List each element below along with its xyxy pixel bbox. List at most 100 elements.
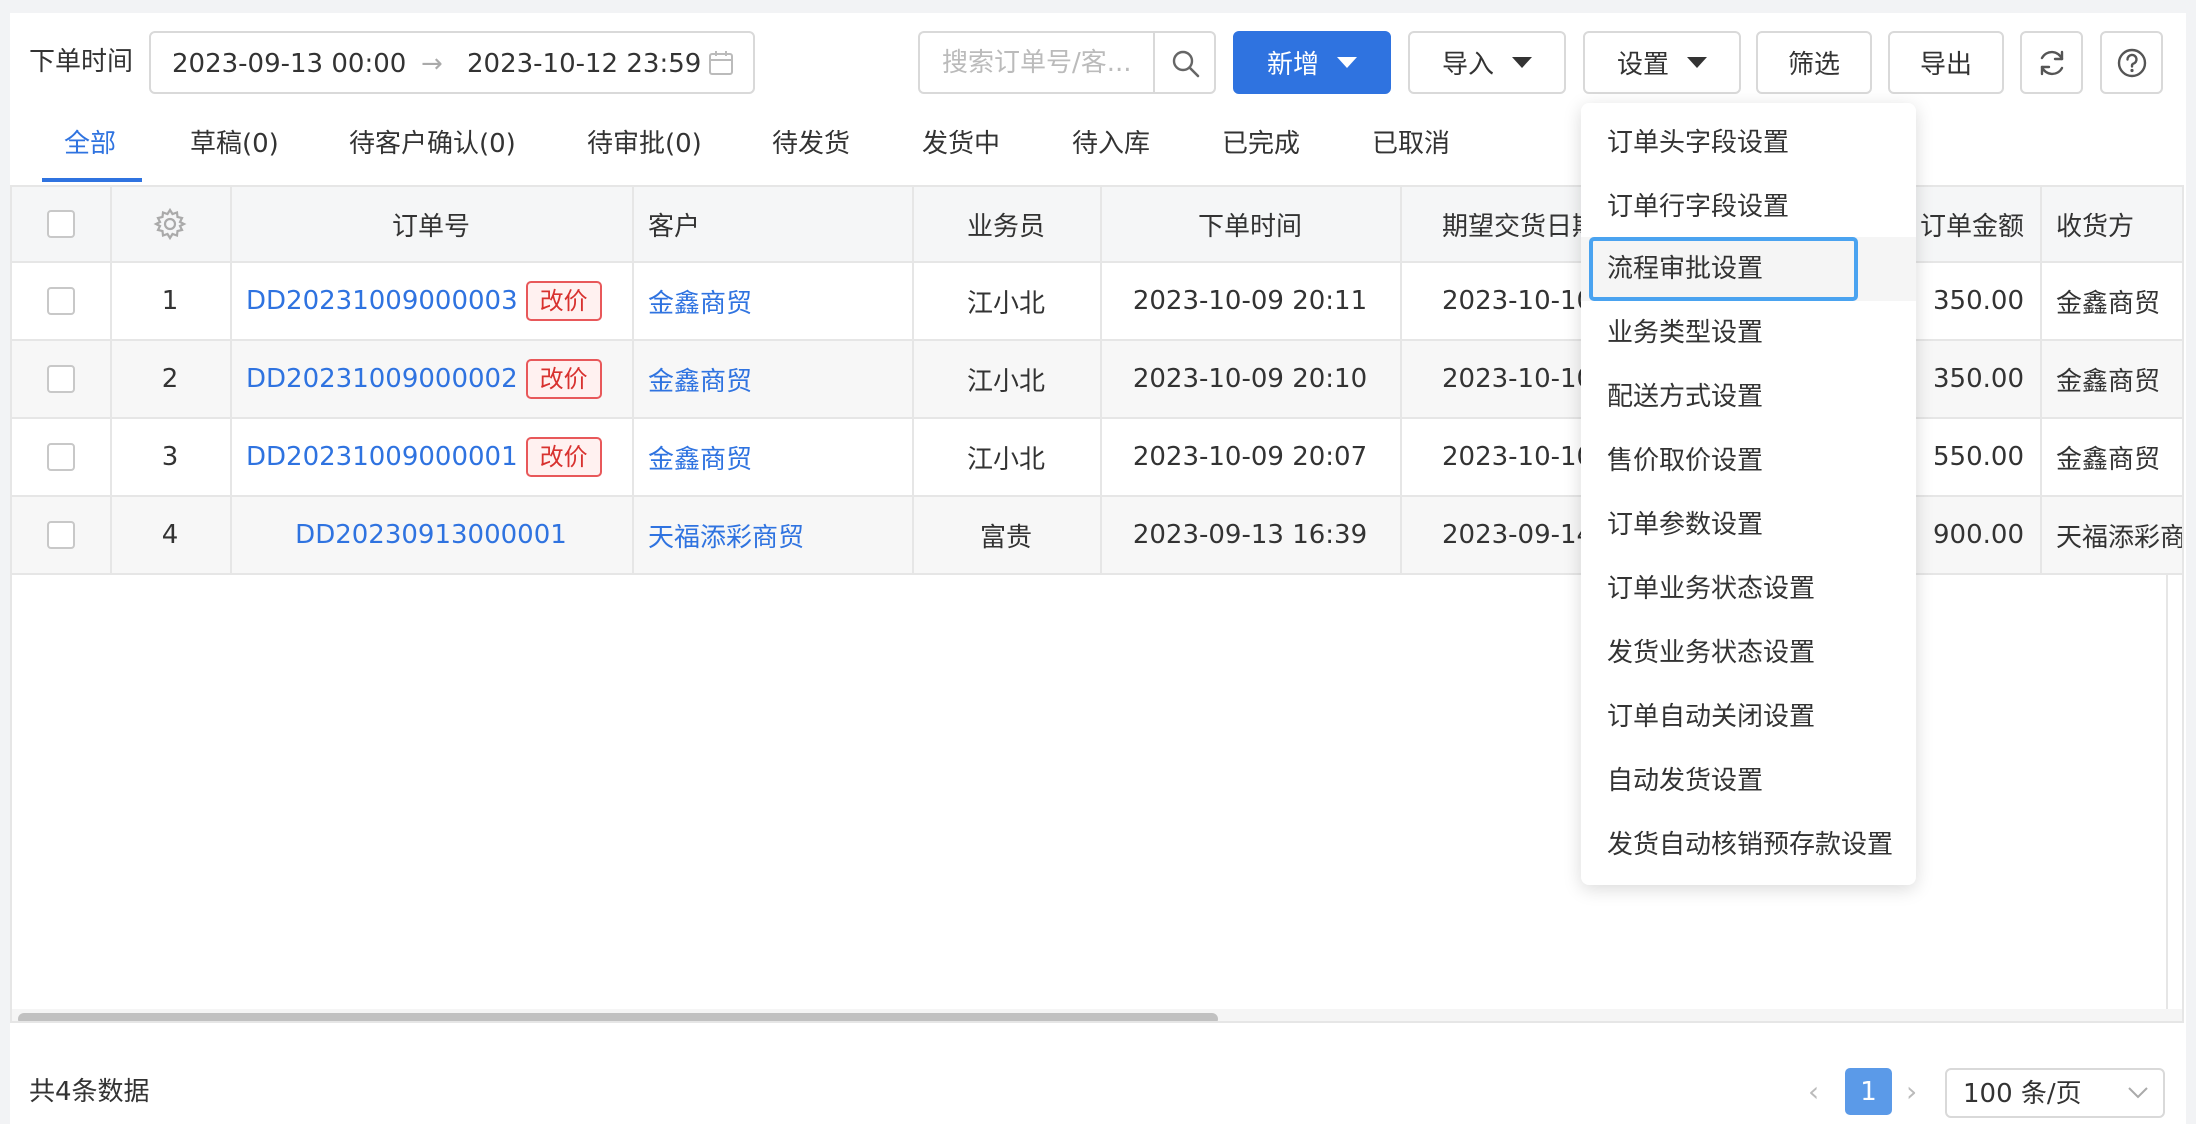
customer-cell: 天福添彩商贸 <box>632 497 912 573</box>
tab-shipping[interactable]: 发货中 <box>922 126 1000 162</box>
refresh-button[interactable] <box>2020 31 2083 94</box>
export-button-label: 导出 <box>1919 50 1972 80</box>
gear-icon[interactable] <box>153 207 187 241</box>
price-change-tag: 改价 <box>525 281 602 321</box>
customer-link[interactable]: 金鑫商贸 <box>648 283 752 320</box>
menu-item-auto-close[interactable]: 订单自动关闭设置 <box>1581 685 1916 749</box>
tab-draft[interactable]: 草稿(0) <box>190 126 279 162</box>
chevron-down-icon <box>2128 1087 2148 1099</box>
order-no-cell: DD20231009000003 改价 <box>230 263 632 339</box>
column-divider <box>2040 187 2042 575</box>
row-checkbox[interactable] <box>47 365 75 393</box>
menu-item-order-params[interactable]: 订单参数设置 <box>1581 493 1916 557</box>
menu-item-order-line-fields[interactable]: 订单行字段设置 <box>1581 175 1916 239</box>
row-index: 3 <box>161 442 179 472</box>
row-index: 1 <box>161 286 179 316</box>
caret-down-icon <box>1687 57 1707 68</box>
column-divider <box>1400 187 1402 575</box>
filter-button[interactable]: 筛选 <box>1756 31 1872 94</box>
receiver-cell: 金鑫商贸 <box>2056 444 2161 475</box>
row-checkbox-cell <box>12 419 110 495</box>
settings-button-label: 设置 <box>1616 50 1669 80</box>
import-button[interactable]: 导入 <box>1408 31 1566 94</box>
column-divider <box>912 187 914 575</box>
receiver-cell: 天福添彩商贸 <box>2056 522 2184 553</box>
customer-link[interactable]: 金鑫商贸 <box>648 361 752 398</box>
header-order-no: 订单号 <box>391 211 470 242</box>
column-divider <box>230 187 232 575</box>
menu-item-delivery-method[interactable]: 配送方式设置 <box>1581 365 1916 429</box>
order-no-link[interactable]: DD20230913000001 <box>295 520 567 550</box>
next-page-icon[interactable]: › <box>1906 1074 1917 1110</box>
tab-pending-stock-in[interactable]: 待入库 <box>1072 126 1150 162</box>
row-checkbox[interactable] <box>47 521 75 549</box>
row-checkbox-cell <box>12 497 110 573</box>
delivery-date-cell: 2023-09-14 <box>1442 520 1594 550</box>
menu-item-pricing[interactable]: 售价取价设置 <box>1581 429 1916 493</box>
receiver-cell: 金鑫商贸 <box>2056 288 2161 319</box>
receiver-cell: 金鑫商贸 <box>2056 366 2161 397</box>
status-tabs: 全部 草稿(0) 待客户确认(0) 待审批(0) 待发货 发货中 待入库 已完成… <box>0 126 1600 184</box>
order-no-link[interactable]: DD20231009000001 <box>246 442 518 472</box>
caret-down-icon <box>1512 57 1532 68</box>
salesperson-cell: 江小北 <box>966 444 1045 475</box>
tab-customer-confirm[interactable]: 待客户确认(0) <box>349 126 516 162</box>
row-checkbox-cell <box>12 263 110 339</box>
order-no-cell: DD20231009000002 改价 <box>230 341 632 417</box>
tab-pending-shipment[interactable]: 待发货 <box>772 126 850 162</box>
salesperson-cell: 富贵 <box>979 522 1032 553</box>
customer-cell: 金鑫商贸 <box>632 341 912 417</box>
column-divider <box>110 187 112 575</box>
delivery-date-cell: 2023-10-10 <box>1442 442 1594 472</box>
menu-item-shipment-status[interactable]: 发货业务状态设置 <box>1581 621 1916 685</box>
order-no-link[interactable]: DD20231009000003 <box>246 286 518 316</box>
date-start[interactable]: 2023-09-13 00:00 <box>172 47 406 81</box>
horizontal-scrollbar-thumb[interactable] <box>18 1013 1218 1021</box>
tab-pending-approval[interactable]: 待审批(0) <box>587 126 702 162</box>
order-no-cell: DD20230913000001 <box>230 497 632 573</box>
column-divider <box>632 187 634 575</box>
help-button[interactable] <box>2100 31 2163 94</box>
order-time-cell: 2023-09-13 16:39 <box>1132 520 1368 550</box>
active-tab-indicator <box>42 178 142 182</box>
search-button[interactable] <box>1153 31 1216 94</box>
header-delivery-date: 期望交货日期 <box>1442 211 1599 242</box>
header-salesperson: 业务员 <box>966 211 1045 242</box>
row-checkbox[interactable] <box>47 287 75 315</box>
date-range-arrow: → <box>421 49 443 79</box>
menu-item-business-type[interactable]: 业务类型设置 <box>1581 301 1916 365</box>
select-all-checkbox[interactable] <box>47 210 75 238</box>
menu-item-auto-ship[interactable]: 自动发货设置 <box>1581 749 1916 813</box>
menu-item-auto-writeoff[interactable]: 发货自动核销预存款设置 <box>1581 813 1916 877</box>
search-input[interactable] <box>922 35 1148 90</box>
tab-all[interactable]: 全部 <box>64 126 116 162</box>
new-button[interactable]: 新增 <box>1233 31 1391 94</box>
menu-item-order-status[interactable]: 订单业务状态设置 <box>1581 557 1916 621</box>
column-divider <box>1100 187 1102 575</box>
refresh-icon <box>2040 50 2063 75</box>
total-count: 共4条数据 <box>29 1077 150 1107</box>
customer-link[interactable]: 天福添彩商贸 <box>648 517 804 554</box>
row-checkbox-cell <box>12 341 110 417</box>
date-end[interactable]: 2023-10-12 23:59 <box>467 47 701 81</box>
menu-item-order-header-fields[interactable]: 订单头字段设置 <box>1581 111 1916 175</box>
prev-page-icon[interactable]: ‹ <box>1808 1074 1819 1110</box>
customer-link[interactable]: 金鑫商贸 <box>648 439 752 476</box>
salesperson-cell: 江小北 <box>966 288 1045 319</box>
row-index: 2 <box>161 364 179 394</box>
tab-completed[interactable]: 已完成 <box>1222 126 1300 162</box>
current-page-button[interactable]: 1 <box>1845 1068 1892 1115</box>
row-index: 4 <box>161 520 179 550</box>
page-size-value: 100 条/页 <box>1963 1079 2082 1109</box>
order-no-link[interactable]: DD20231009000002 <box>246 364 518 394</box>
header-checkbox-cell <box>12 187 110 261</box>
price-change-tag: 改价 <box>525 359 602 399</box>
menu-item-approval-flow[interactable]: 流程审批设置 <box>1581 237 1916 301</box>
settings-button[interactable]: 设置 <box>1583 31 1741 94</box>
row-checkbox[interactable] <box>47 443 75 471</box>
header-order-time: 下单时间 <box>1197 211 1302 242</box>
date-range-picker[interactable]: 2023-09-13 00:00 → 2023-10-12 23:59 <box>149 31 755 94</box>
tab-cancelled[interactable]: 已取消 <box>1372 126 1450 162</box>
page-size-select[interactable]: 100 条/页 <box>1945 1068 2165 1118</box>
export-button[interactable]: 导出 <box>1888 31 2004 94</box>
